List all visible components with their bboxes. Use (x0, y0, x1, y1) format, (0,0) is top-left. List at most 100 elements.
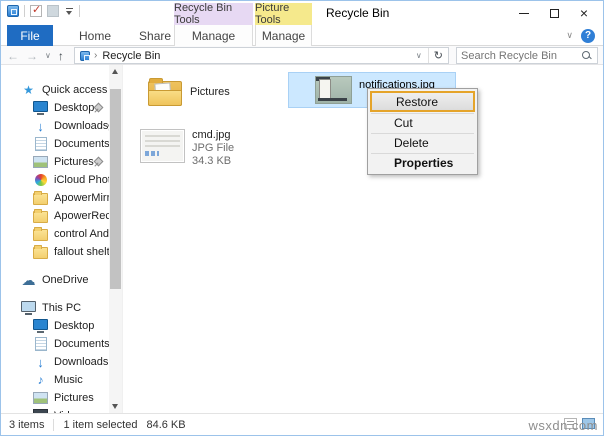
scroll-down-icon[interactable] (112, 404, 118, 409)
breadcrumb[interactable]: Recycle Bin (102, 50, 160, 62)
close-button[interactable]: × (569, 1, 599, 25)
up-icon[interactable]: ↑ (58, 49, 64, 63)
context-menu-item-label: Delete (394, 136, 429, 150)
sidebar-item[interactable]: Documents (1, 135, 122, 153)
divider (79, 5, 80, 17)
expand-ribbon-icon[interactable]: ∨ (566, 30, 573, 41)
selection-count: 1 item selected (63, 419, 138, 431)
context-menu-item-label: Cut (394, 116, 413, 130)
sidebar-item-label: OneDrive (42, 274, 89, 286)
sidebar-item[interactable]: Music (1, 371, 122, 389)
address-bar[interactable]: › Recycle Bin ∨ ↻ (74, 47, 449, 64)
sidebar-item[interactable]: Pictures (1, 153, 122, 171)
sidebar-item-label: Documents (54, 338, 110, 350)
back-icon[interactable]: ← (7, 49, 19, 63)
help-icon[interactable]: ? (581, 28, 595, 43)
sidebar-item[interactable]: ApowerMirror (1, 189, 122, 207)
selection-size: 84.6 KB (146, 419, 186, 431)
icloud-icon (33, 173, 48, 187)
context-menu-item[interactable]: Restore (370, 91, 475, 112)
context-menu-item[interactable]: Properties (368, 153, 477, 173)
quick-access-toolbar (7, 3, 80, 17)
context-menu-item-label: Restore (396, 94, 439, 109)
search-icon[interactable] (581, 50, 592, 61)
search-input[interactable] (457, 49, 581, 62)
file-tile-pictures[interactable]: Pictures (148, 78, 230, 106)
folder-icon (33, 245, 48, 259)
file-size: 34.3 KB (192, 155, 232, 167)
window-controls: × (509, 1, 599, 25)
navigation-toolbar: ← → ∨ ↑ › Recycle Bin ∨ ↻ (1, 46, 603, 65)
customize-qat-icon[interactable] (64, 7, 74, 15)
forward-icon[interactable]: → (26, 49, 38, 63)
breadcrumb-separator: › (94, 50, 98, 61)
sidebar-item-label: Downloads (54, 120, 109, 132)
sidebar-item[interactable]: OneDrive (1, 271, 122, 289)
sidebar-item[interactable]: fallout shelter (1, 243, 122, 261)
scrollbar-thumb[interactable] (110, 89, 121, 289)
onedrive-icon (21, 273, 36, 287)
tab-manage-recycle[interactable]: Manage (174, 25, 253, 46)
file-type: JPG File (192, 142, 235, 154)
recycle-bin-tools-header[interactable]: Recycle Bin Tools (174, 2, 253, 26)
ribbon-tab[interactable]: Home (65, 25, 125, 46)
sidebar-item[interactable]: Pictures (1, 389, 122, 407)
minimize-button[interactable] (509, 1, 539, 25)
recent-locations-icon[interactable]: ∨ (45, 51, 51, 60)
desktop-icon (33, 319, 48, 333)
items-count: 3 items (9, 419, 45, 431)
maximize-icon (549, 8, 559, 18)
search-box[interactable] (456, 47, 598, 64)
divider (53, 419, 55, 431)
sidebar-list: Quick access Desktop Downloads (1, 65, 122, 413)
sidebar-item[interactable]: Desktop (1, 317, 122, 335)
scroll-up-icon[interactable] (112, 69, 118, 74)
file-name: cmd.jpg (192, 129, 231, 141)
context-menu-item[interactable]: Cut (368, 113, 477, 133)
tab-file[interactable]: File (7, 25, 53, 46)
music-icon (33, 373, 48, 387)
sidebar-item-label: Music (54, 374, 83, 386)
explorer-window: Recycle Bin Tools Picture Tools Recycle … (0, 0, 604, 436)
this-pc-icon (21, 301, 36, 315)
file-tile-cmd[interactable]: cmd.jpg JPG File 34.3 KB (140, 129, 234, 168)
sidebar-item-label: Documents (54, 138, 110, 150)
sidebar-item-label: This PC (42, 302, 82, 314)
folder-icon (148, 78, 182, 106)
watermark: wsxdn.com (528, 418, 598, 433)
sidebar-item-label: Downloads (54, 356, 109, 368)
window-title: Recycle Bin (326, 6, 390, 20)
sidebar-item-label: Quick access (42, 84, 108, 96)
sidebar-item-label: Pictures (54, 392, 94, 404)
refresh-icon[interactable]: ↻ (429, 49, 448, 62)
properties-shortcut-icon[interactable] (30, 3, 42, 17)
sidebar-item[interactable]: Documents (1, 335, 122, 353)
maximize-button[interactable] (539, 1, 569, 25)
pin-icon (94, 103, 104, 113)
documents-icon (33, 137, 48, 151)
folder-icon (33, 209, 48, 223)
explorer-body: Quick access Desktop Downloads (1, 65, 603, 413)
minimize-icon (519, 12, 529, 14)
qat-blank-icon[interactable] (47, 5, 59, 17)
context-menu-item[interactable]: Delete (368, 133, 477, 153)
file-name: Pictures (190, 86, 230, 98)
sidebar-item[interactable]: Quick access (1, 81, 122, 99)
pin-icon (94, 157, 104, 167)
sidebar-item[interactable]: Downloads (1, 353, 122, 371)
picture-tools-header[interactable]: Picture Tools (255, 2, 312, 26)
sidebar-item[interactable]: This PC (1, 299, 122, 317)
sidebar-item[interactable]: Downloads (1, 117, 122, 135)
quick-access-star-icon (21, 83, 36, 97)
sidebar-item[interactable]: iCloud Photo (1, 171, 122, 189)
sidebar-item[interactable]: ApowerRecover (1, 207, 122, 225)
recycle-bin-icon (80, 50, 90, 61)
sidebar-item[interactable]: control Android (1, 225, 122, 243)
ribbon-right-controls: ∨ ? (566, 25, 595, 46)
folder-icon (33, 227, 48, 241)
sidebar-scrollbar[interactable] (109, 65, 122, 413)
sidebar-item[interactable]: Desktop (1, 99, 122, 117)
pictures-icon (33, 155, 48, 169)
tab-manage-picture[interactable]: Manage (255, 25, 312, 46)
address-dropdown-icon[interactable]: ∨ (410, 51, 428, 60)
